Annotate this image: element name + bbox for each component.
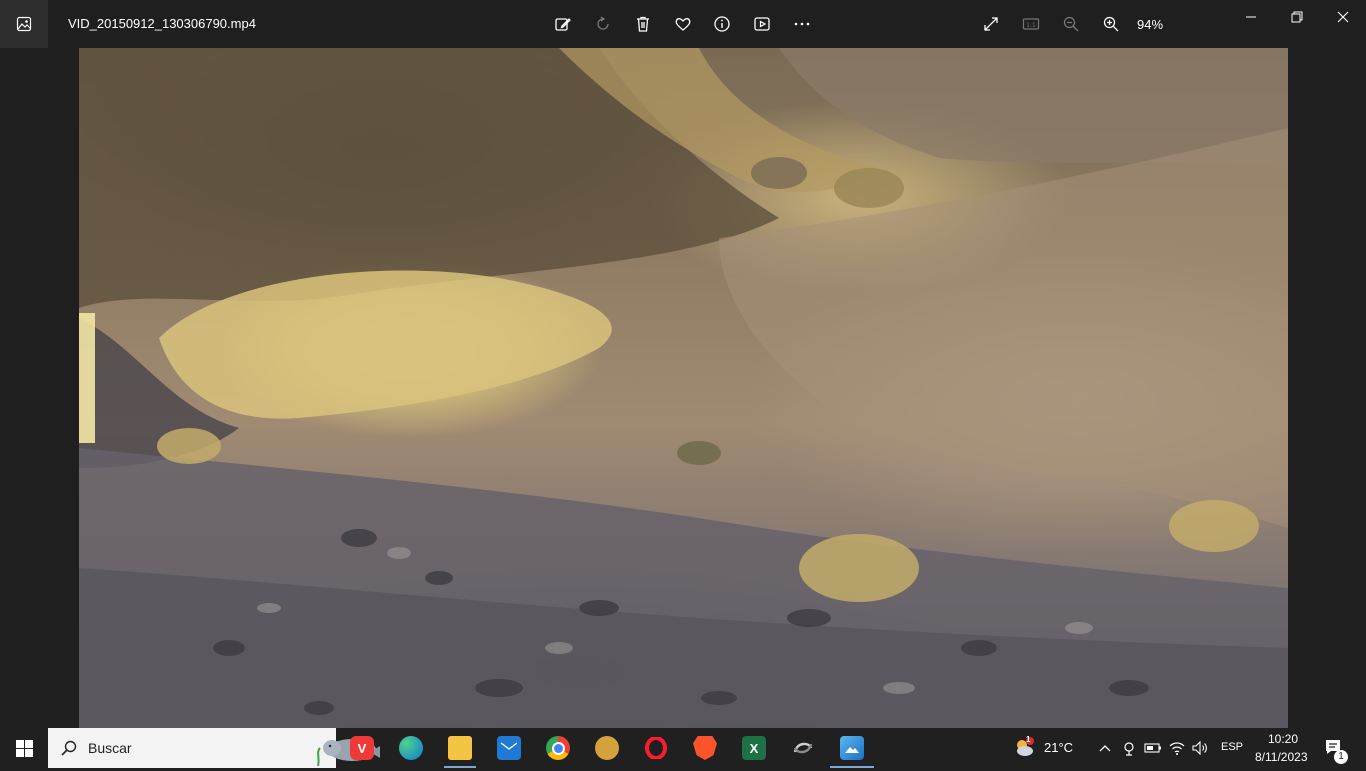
opera-icon xyxy=(644,736,668,760)
brave-icon xyxy=(693,736,717,760)
edge-icon xyxy=(399,736,423,760)
zoom-out-icon[interactable] xyxy=(1056,9,1086,39)
weather-icon[interactable] xyxy=(1013,736,1035,758)
photos-app-icon[interactable] xyxy=(0,0,48,48)
chevron-up-icon[interactable] xyxy=(1096,739,1114,757)
mail-icon xyxy=(497,736,521,760)
zoom-in-icon[interactable] xyxy=(1096,9,1126,39)
notification-count: 1 xyxy=(1334,750,1348,764)
video-frame-image xyxy=(79,48,1288,728)
chrome-icon xyxy=(546,736,570,760)
zoom-level: 94% xyxy=(1137,17,1164,32)
rotate-icon[interactable] xyxy=(588,9,618,39)
search-icon xyxy=(60,739,78,762)
volume-icon[interactable] xyxy=(1191,739,1209,757)
taskbar-app-edge[interactable] xyxy=(387,728,435,768)
fullscreen-icon[interactable] xyxy=(976,9,1006,39)
minimize-button[interactable] xyxy=(1228,0,1274,34)
photos-icon xyxy=(840,736,864,760)
lion-icon xyxy=(595,736,619,760)
taskbar-app-opera[interactable] xyxy=(632,728,680,768)
taskbar-app-excel[interactable]: X xyxy=(730,728,778,768)
webcam-icon[interactable] xyxy=(1120,739,1138,757)
clock-time[interactable]: 10:20 xyxy=(1268,732,1298,746)
folder-icon xyxy=(448,736,472,760)
info-icon[interactable] xyxy=(707,9,737,39)
slideshow-icon[interactable] xyxy=(747,9,777,39)
wifi-icon[interactable] xyxy=(1168,739,1186,757)
taskbar-app-mail[interactable] xyxy=(485,728,533,768)
taskbar-search-box[interactable]: Buscar xyxy=(48,728,380,768)
restore-button[interactable] xyxy=(1274,0,1320,34)
search-placeholder: Buscar xyxy=(88,740,132,756)
edit-icon[interactable] xyxy=(548,9,578,39)
sync-icon xyxy=(791,736,815,760)
svg-text:1:1: 1:1 xyxy=(1026,22,1036,29)
taskbar-app-file-explorer[interactable] xyxy=(436,728,484,768)
battery-icon[interactable] xyxy=(1144,739,1162,757)
taskbar-app-vivaldi[interactable]: V xyxy=(338,728,386,768)
taskbar-app-photos[interactable] xyxy=(828,728,876,768)
weather-temperature[interactable]: 21°C xyxy=(1044,740,1073,755)
close-button[interactable] xyxy=(1320,0,1366,34)
start-button[interactable] xyxy=(0,728,48,768)
delete-icon[interactable] xyxy=(628,9,658,39)
favorite-icon[interactable] xyxy=(668,9,698,39)
actual-size-icon[interactable]: 1:1 xyxy=(1016,9,1046,39)
viewer-canvas[interactable] xyxy=(0,48,1366,728)
excel-icon: X xyxy=(742,736,766,760)
file-title: VID_20150912_130306790.mp4 xyxy=(68,16,256,31)
taskbar: Buscar V X 1 21°C ESP 10:20 8/11/2023 1 xyxy=(0,728,1366,768)
taskbar-app-sync[interactable] xyxy=(779,728,827,768)
weather-badge: 1 xyxy=(1026,735,1031,744)
taskbar-app-gold[interactable] xyxy=(583,728,631,768)
clock-date[interactable]: 8/11/2023 xyxy=(1255,750,1308,764)
vivaldi-icon: V xyxy=(350,736,374,760)
input-language[interactable]: ESP xyxy=(1221,741,1243,753)
title-bar: VID_20150912_130306790.mp4 1:1 94% xyxy=(0,0,1366,48)
taskbar-app-chrome[interactable] xyxy=(534,728,582,768)
taskbar-app-brave[interactable] xyxy=(681,728,729,768)
more-icon[interactable] xyxy=(787,9,817,39)
